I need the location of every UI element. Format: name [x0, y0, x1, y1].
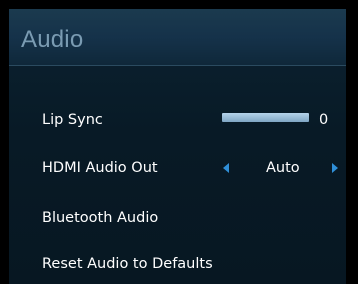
page-title: Audio — [21, 26, 84, 53]
menu-item-lip-sync[interactable]: Lip Sync — [42, 111, 103, 129]
hdmi-audio-out-value: Auto — [266, 160, 300, 176]
audio-settings-panel: Audio Lip Sync 0 HDMI Audio Out Auto Blu… — [9, 9, 346, 284]
right-arrow-icon[interactable] — [332, 163, 338, 173]
menu-item-bluetooth-audio[interactable]: Bluetooth Audio — [42, 209, 158, 227]
menu-item-reset-audio[interactable]: Reset Audio to Defaults — [42, 255, 213, 273]
menu-item-hdmi-audio-out[interactable]: HDMI Audio Out — [42, 159, 158, 177]
lip-sync-value: 0 — [319, 112, 329, 128]
lip-sync-slider[interactable] — [222, 113, 309, 122]
left-arrow-icon[interactable] — [223, 163, 229, 173]
tv-frame: Audio Lip Sync 0 HDMI Audio Out Auto Blu… — [0, 0, 358, 284]
panel-header: Audio — [9, 9, 346, 66]
slider-fill — [222, 113, 309, 122]
